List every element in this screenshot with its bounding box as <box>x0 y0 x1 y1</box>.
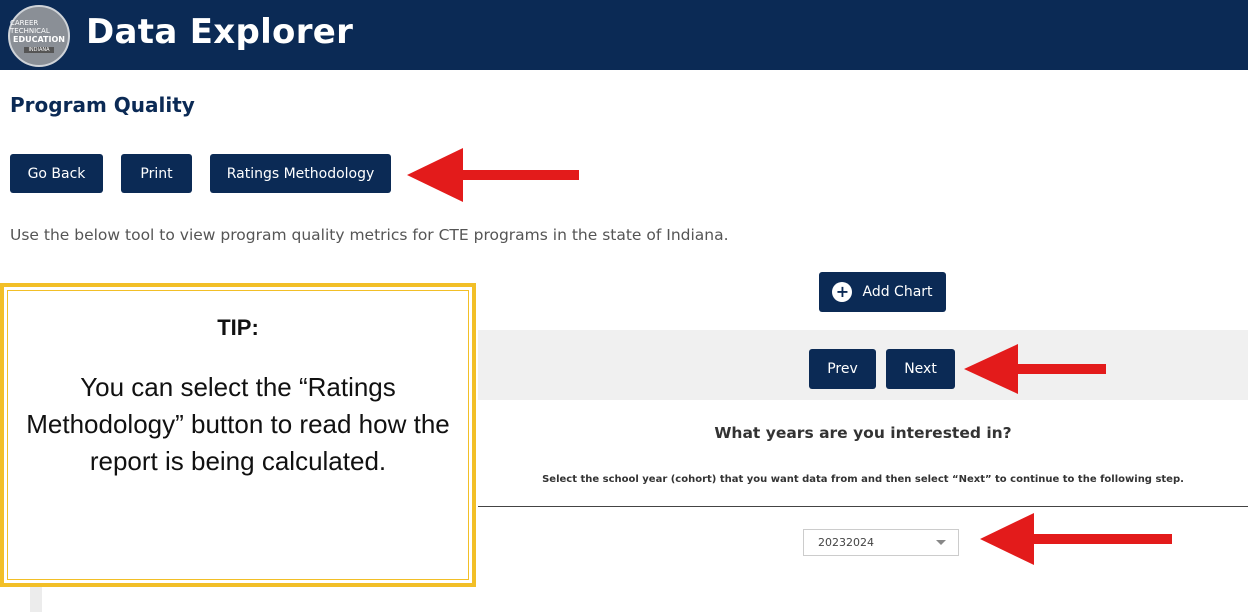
logo-line1: CAREER TECHNICAL <box>10 19 50 35</box>
page-edge-rail <box>30 587 42 612</box>
plus-circle-icon: + <box>832 282 853 302</box>
tip-callout: TIP: You can select the “Ratings Methodo… <box>0 283 476 587</box>
tip-body: You can select the “Ratings Methodology”… <box>26 372 450 476</box>
next-button[interactable]: Next <box>886 349 955 389</box>
section-divider <box>478 506 1248 507</box>
arrow-pointing-year-select-icon <box>980 513 1172 565</box>
ratings-methodology-button[interactable]: Ratings Methodology <box>210 154 391 193</box>
app-title: Data Explorer <box>86 12 354 52</box>
tip-heading: TIP: <box>217 315 259 340</box>
add-chart-label: Add Chart <box>862 284 933 300</box>
school-year-value: 20232024 <box>818 536 874 549</box>
school-year-select[interactable]: 20232024 <box>803 529 959 556</box>
print-button[interactable]: Print <box>121 154 192 193</box>
logo-line2: EDUCATION <box>13 35 65 44</box>
arrow-pointing-next-icon <box>964 344 1106 394</box>
top-header-bar: CAREER TECHNICAL EDUCATION INDIANA Data … <box>0 0 1248 70</box>
page-title: Program Quality <box>10 93 195 117</box>
prev-button[interactable]: Prev <box>809 349 876 389</box>
arrow-pointing-ratings-methodology-icon <box>407 148 579 202</box>
cte-indiana-logo-icon[interactable]: CAREER TECHNICAL EDUCATION INDIANA <box>8 5 70 67</box>
logo-line3: INDIANA <box>24 47 54 53</box>
intro-text: Use the below tool to view program quali… <box>10 226 729 244</box>
step-instruction: Select the school year (cohort) that you… <box>542 474 1184 485</box>
step-question: What years are you interested in? <box>714 424 1012 442</box>
chevron-down-icon <box>936 540 946 545</box>
add-chart-button[interactable]: + Add Chart <box>819 272 946 312</box>
go-back-button[interactable]: Go Back <box>10 154 103 193</box>
